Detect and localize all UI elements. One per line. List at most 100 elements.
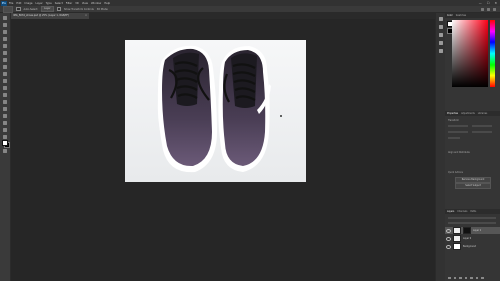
gradient-tool-icon[interactable]: [3, 93, 7, 97]
menu-3d[interactable]: 3D: [75, 2, 79, 5]
tab-adjustments[interactable]: Adjustments: [461, 112, 475, 115]
height-field[interactable]: [472, 125, 492, 127]
3d-mode-label: 3D Mode:: [96, 7, 109, 11]
transform-section-label: Transform: [448, 119, 459, 122]
share-icon[interactable]: [493, 7, 496, 11]
tools-panel: [0, 13, 11, 281]
menu-edit[interactable]: Edit: [16, 2, 21, 5]
width-field[interactable]: [448, 125, 468, 127]
visibility-eye-icon[interactable]: [446, 228, 451, 233]
visibility-eye-icon[interactable]: [446, 244, 451, 249]
auto-select-checkbox[interactable]: [16, 6, 21, 12]
show-transform-label: Show Transform Controls: [64, 7, 94, 11]
add-mask-icon[interactable]: [459, 276, 462, 279]
maximize-button[interactable]: ☐: [487, 1, 490, 5]
zoom-tool-icon[interactable]: [3, 149, 7, 153]
pen-tool-icon[interactable]: [3, 114, 7, 118]
layer-mask-thumbnail[interactable]: [463, 227, 471, 234]
layer-row[interactable]: Layer 0: [445, 235, 500, 242]
blur-tool-icon[interactable]: [3, 100, 7, 104]
path-select-icon[interactable]: [3, 128, 7, 132]
crop-tool-icon[interactable]: [3, 44, 7, 48]
tab-libraries[interactable]: Libraries: [478, 112, 487, 115]
workspace-icon[interactable]: [487, 7, 490, 11]
eraser-tool-icon[interactable]: [3, 86, 7, 90]
menu-image[interactable]: Image: [24, 2, 32, 5]
select-subject-button[interactable]: Select Subject: [455, 183, 491, 189]
foreground-color-swatch[interactable]: [2, 140, 8, 146]
menu-window[interactable]: Window: [91, 2, 101, 5]
menu-select[interactable]: Select: [55, 2, 63, 5]
right-panels: Color Swatches Properties Adjustments Li…: [445, 13, 500, 281]
y-field[interactable]: [472, 131, 492, 133]
layer-row[interactable]: Background: [445, 243, 500, 250]
tab-paths[interactable]: Paths: [470, 210, 476, 213]
tab-properties[interactable]: Properties: [447, 112, 458, 115]
right-shoe: [218, 46, 271, 172]
search-icon[interactable]: [481, 7, 484, 11]
marquee-tool-icon[interactable]: [3, 23, 7, 27]
layers-panel: Layers Channels Paths Layer 1 Layer 0 Ba…: [445, 209, 500, 281]
layer-thumbnail: [453, 235, 461, 242]
blend-mode-opacity-bar[interactable]: [448, 222, 496, 224]
tool-preset-picker[interactable]: [3, 5, 13, 13]
options-right-icons: [481, 7, 500, 11]
show-transform-checkbox[interactable]: [56, 6, 62, 12]
character-panel-icon[interactable]: [439, 33, 443, 37]
history-panel-icon[interactable]: [439, 17, 443, 21]
layer-name: Layer 1: [473, 229, 482, 232]
angle-field[interactable]: [448, 137, 460, 139]
menu-filter[interactable]: Filter: [66, 2, 72, 5]
color-picker-field[interactable]: [452, 20, 488, 87]
shape-tool-icon[interactable]: [3, 135, 7, 139]
document-tab-title: IMG_8034_shoes.psd @ 25% (Layer 1, RGB/8…: [13, 14, 70, 17]
paragraph-panel-icon[interactable]: [439, 41, 443, 45]
hue-slider[interactable]: [490, 20, 495, 87]
lasso-tool-icon[interactable]: [3, 30, 7, 34]
layers-panel-tabs: Layers Channels Paths: [445, 209, 500, 214]
tab-swatches[interactable]: Swatches: [456, 14, 466, 17]
layer-filter-bar[interactable]: [448, 217, 496, 219]
dodge-tool-icon[interactable]: [3, 107, 7, 111]
shoes-photo: [125, 40, 306, 182]
menu-help[interactable]: Help: [104, 2, 110, 5]
fx-icon[interactable]: [453, 276, 456, 279]
left-shoe: [157, 45, 217, 173]
new-layer-icon[interactable]: [475, 276, 478, 279]
tab-layers[interactable]: Layers: [447, 210, 454, 213]
layers-footer: [448, 276, 484, 279]
minimize-button[interactable]: —: [479, 1, 482, 5]
layer-thumbnail: [453, 227, 461, 234]
quick-actions-label: Quick Actions: [448, 171, 463, 174]
properties-panel-tabs: Properties Adjustments Libraries: [445, 111, 500, 116]
quick-select-tool-icon[interactable]: [3, 37, 7, 41]
close-button[interactable]: ✕: [494, 1, 497, 5]
type-tool-icon[interactable]: [3, 121, 7, 125]
layer-thumbnail: [453, 243, 461, 250]
menu-file[interactable]: File: [9, 2, 13, 5]
group-icon[interactable]: [470, 276, 473, 279]
align-section-label: Align and Distribute: [448, 151, 470, 154]
menu-view[interactable]: View: [82, 2, 88, 5]
healing-brush-icon[interactable]: [3, 58, 7, 62]
brush-tool-icon[interactable]: [3, 65, 7, 69]
move-tool-icon[interactable]: [3, 16, 7, 20]
properties-panel-icon[interactable]: [439, 25, 443, 29]
x-field[interactable]: [448, 131, 468, 133]
clone-stamp-icon[interactable]: [3, 72, 7, 76]
menu-type[interactable]: Type: [46, 2, 52, 5]
link-layers-icon[interactable]: [448, 276, 451, 279]
trash-icon[interactable]: [481, 276, 484, 279]
menu-layer[interactable]: Layer: [36, 2, 43, 5]
adjustment-layer-icon[interactable]: [464, 276, 467, 279]
color-panel: Color Swatches: [445, 13, 500, 103]
brushes-panel-icon[interactable]: [439, 49, 443, 53]
history-brush-icon[interactable]: [3, 79, 7, 83]
auto-select-dropdown[interactable]: Layer: [41, 6, 54, 12]
document-canvas[interactable]: [125, 40, 306, 182]
tab-color[interactable]: Color: [447, 14, 453, 17]
visibility-eye-icon[interactable]: [446, 236, 451, 241]
tab-channels[interactable]: Channels: [457, 210, 467, 213]
layer-row[interactable]: Layer 1: [445, 227, 500, 234]
eyedropper-tool-icon[interactable]: [3, 51, 7, 55]
